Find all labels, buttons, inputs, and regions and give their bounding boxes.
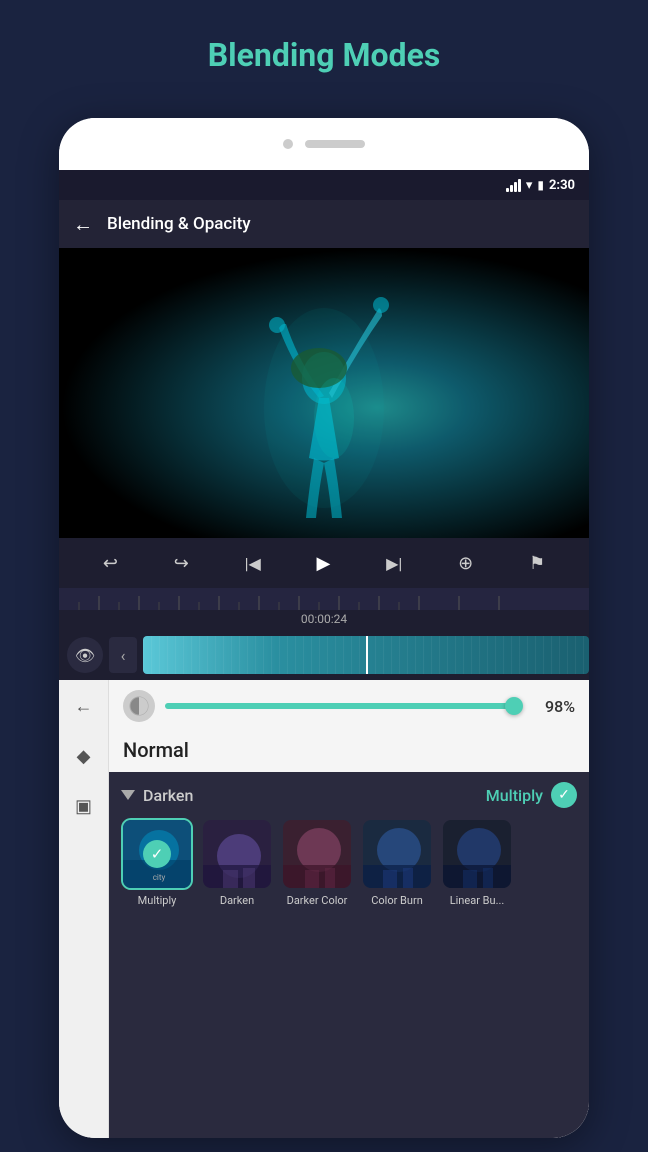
opacity-row: 98% [109,680,589,732]
playhead [366,636,368,674]
signal-bar-2 [510,185,513,192]
active-blend-mode-label: Multiply [486,786,543,805]
undo-button[interactable]: ↩ [103,553,118,574]
timeline-ruler [59,588,589,610]
darken-header: Darken Multiply ✓ [121,782,577,808]
signal-bar-4 [518,179,521,192]
top-nav: ← Blending & Opacity [59,200,589,248]
phone-screen: ▾ ▮ 2:30 ← Blending & Opacity [59,170,589,1138]
redo-button[interactable]: ↪ [174,553,189,574]
darken-section-label: Darken [143,786,193,805]
phone-top-bezel [59,118,589,170]
thumbnail-label-darken: Darken [220,894,254,907]
thumbnail-color-burn-img [361,818,433,890]
thumbnail-label-darker-color: Darker Color [287,894,348,907]
right-panel: 98% Normal Darken Multiply ✓ [109,680,589,1138]
active-check-icon: ✓ [551,782,577,808]
thumbnail-label-color-burn: Color Burn [371,894,423,907]
video-background [59,248,589,538]
add-clip-button[interactable]: ⊕ [458,553,473,574]
go-end-button[interactable]: ▶| [386,554,402,573]
speaker-dot [283,139,293,149]
timeline-area: 00:00:24 👁 ‹ [59,588,589,680]
back-button[interactable]: ← [73,212,93,237]
thumbnail-darker-color[interactable]: Darker Color [281,818,353,907]
panel-area: ← ◆ ▣ [59,680,589,1138]
thumbnail-label-linear-burn: Linear Bu... [450,894,505,907]
thumbnail-darker-color-img [281,818,353,890]
opacity-fill [165,703,514,709]
thumbnail-linear-burn-img [441,818,513,890]
clip-settings-button[interactable]: ▣ [68,790,100,822]
phone-frame: ▾ ▮ 2:30 ← Blending & Opacity [59,118,589,1138]
speaker-bar [305,140,365,148]
thumbnail-darken-img [201,818,273,890]
opacity-slider[interactable] [165,703,521,709]
darken-header-left: Darken [121,786,193,805]
ruler-ticks [59,588,589,610]
battery-icon: ▮ [537,178,544,192]
page-title: Blending Modes [0,0,648,102]
svg-text:city: city [153,873,166,882]
thumbnail-multiply-img: city ✓ [121,818,193,890]
signal-icon [506,179,521,192]
status-bar: ▾ ▮ 2:30 [59,170,589,200]
color-burn-thumbnail-svg [363,820,433,890]
collapse-icon[interactable] [121,790,135,800]
timeline-track: 👁 ‹ [59,630,589,680]
track-nav-left[interactable]: ‹ [109,637,137,673]
go-start-button[interactable]: |◀ [245,554,261,573]
back-to-timeline-button[interactable]: ← [68,690,100,722]
opacity-icon [123,690,155,722]
thumbnail-linear-burn[interactable]: Linear Bu... [441,818,513,907]
left-sidebar: ← ◆ ▣ [59,680,109,1138]
video-clip[interactable] [143,636,589,674]
darken-section: Darken Multiply ✓ [109,772,589,1138]
blend-mode-thumbnails: city ✓ Multiply [121,818,577,911]
darken-thumbnail-svg [203,820,273,890]
dancer-figure [224,278,424,538]
thumbnail-multiply[interactable]: city ✓ Multiply [121,818,193,907]
wifi-icon: ▾ [526,178,533,193]
darken-header-right: Multiply ✓ [486,782,577,808]
opacity-circle-icon [129,696,149,716]
signal-bar-3 [514,182,517,192]
add-effect-button[interactable]: ◆ [68,740,100,772]
blend-mode-current-label: Normal [109,732,589,772]
play-button[interactable]: ▶ [317,553,331,574]
status-icons: ▾ ▮ 2:30 [506,178,575,193]
thumbnail-darken[interactable]: Darken [201,818,273,907]
timecode-display: 00:00:24 [59,610,589,630]
darker-color-thumbnail-svg [283,820,353,890]
signal-bar-1 [506,188,509,192]
video-preview [59,248,589,538]
opacity-value: 98% [531,697,575,716]
thumbnail-check-multiply: ✓ [143,840,171,868]
eye-button[interactable]: 👁 [67,637,103,673]
playback-controls: ↩ ↪ |◀ ▶ ▶| ⊕ ⚑ [59,538,589,588]
nav-title: Blending & Opacity [107,214,251,234]
bookmark-button[interactable]: ⚑ [529,553,545,574]
opacity-thumb[interactable] [505,697,523,715]
thumbnail-label-multiply: Multiply [138,894,177,907]
linear-burn-thumbnail-svg [443,820,513,890]
thumbnail-color-burn[interactable]: Color Burn [361,818,433,907]
status-time: 2:30 [549,178,575,193]
